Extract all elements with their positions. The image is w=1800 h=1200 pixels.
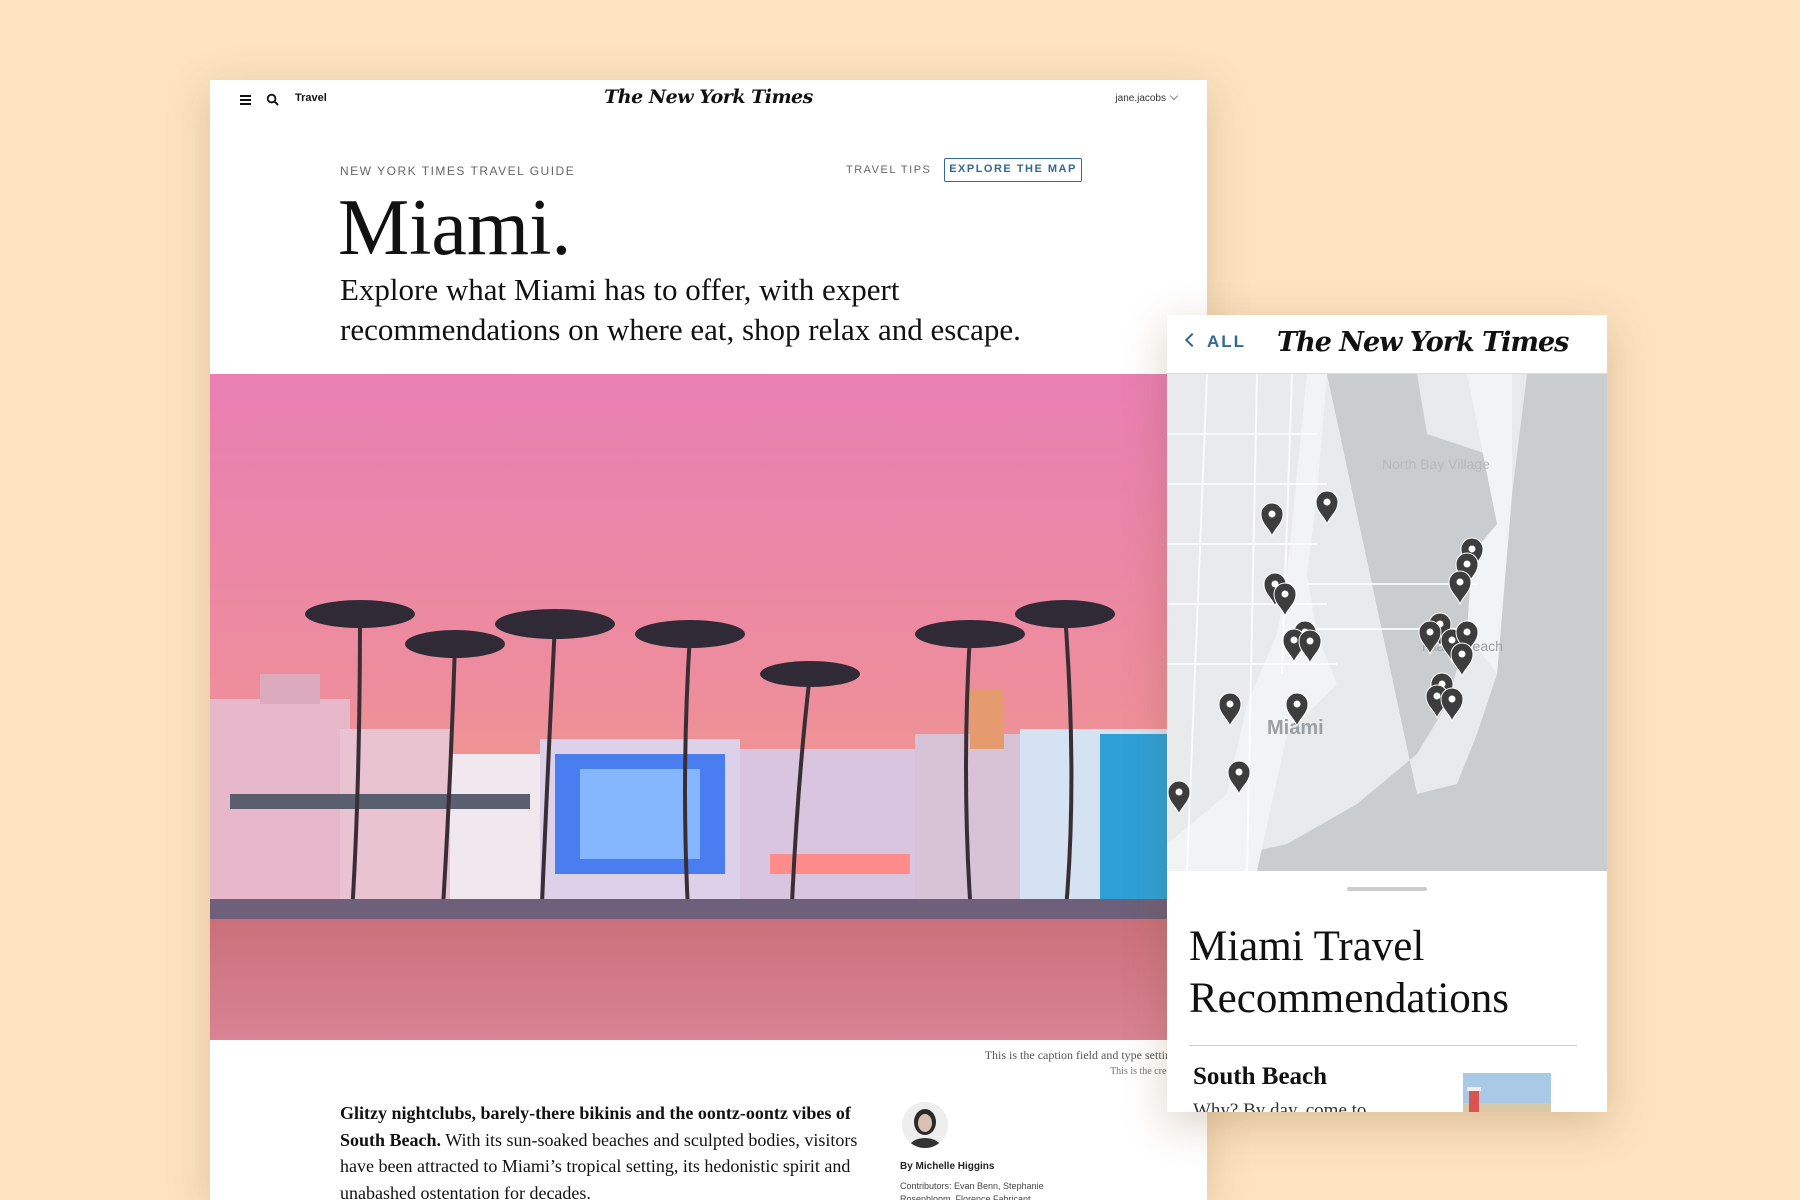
article-summary: Explore what Miami has to offer, with ex… bbox=[340, 272, 1021, 347]
chevron-down-icon bbox=[1169, 91, 1179, 101]
map-pin-dot bbox=[1456, 578, 1464, 586]
map-pin-dot bbox=[1448, 636, 1456, 644]
guide-kicker: NEW YORK TIMES TRAVEL GUIDE bbox=[340, 164, 576, 178]
map-label-north-bay-village: North Bay Village bbox=[1382, 456, 1490, 472]
desktop-article-page: Travel The New York Times jane.jacobs NE… bbox=[210, 80, 1207, 1200]
map-pin-dot bbox=[1448, 695, 1456, 703]
mobile-header: ALL The New York Times bbox=[1167, 315, 1607, 374]
recommendation-snippet: Why? By day, come to bbox=[1193, 1100, 1367, 1112]
map-pin-dot bbox=[1323, 498, 1331, 506]
back-to-all-button[interactable]: ALL bbox=[1184, 332, 1247, 352]
map-pin-dot bbox=[1293, 700, 1301, 708]
map-pin-dot bbox=[1468, 545, 1476, 553]
map-pin-dot bbox=[1463, 628, 1471, 636]
travel-tips-link[interactable]: TRAVEL TIPS bbox=[846, 164, 931, 176]
map-pin-dot bbox=[1281, 590, 1289, 598]
map-pin-dot bbox=[1306, 637, 1314, 645]
map-pin-dot bbox=[1268, 510, 1276, 518]
back-label: ALL bbox=[1207, 332, 1247, 351]
recommendation-title[interactable]: South Beach bbox=[1193, 1063, 1327, 1091]
contributors-list: Contributors: Evan Benn, Stephanie Rosen… bbox=[900, 1181, 1044, 1200]
article-body: Glitzy nightclubs, barely-there bikinis … bbox=[340, 1100, 860, 1200]
nyt-masthead-logo[interactable]: The New York Times bbox=[1277, 327, 1569, 358]
map-pin-dot bbox=[1175, 788, 1183, 796]
chevron-left-icon bbox=[1184, 332, 1200, 348]
explore-the-map-button[interactable]: EXPLORE THE MAP bbox=[944, 158, 1082, 182]
user-account-menu[interactable]: jane.jacobs bbox=[1115, 91, 1179, 104]
map-pin-dot bbox=[1226, 700, 1234, 708]
hero-image-miami-beach bbox=[210, 374, 1207, 1040]
recommendations-map[interactable]: North Bay Village Miami Miami Beach bbox=[1167, 374, 1607, 871]
drawer-handle[interactable] bbox=[1347, 887, 1427, 891]
map-pin-dot bbox=[1290, 636, 1298, 644]
mobile-map-page: ALL The New York Times North Bay Village… bbox=[1167, 315, 1607, 1112]
map-pin-dot bbox=[1463, 560, 1471, 568]
map-pin-dot bbox=[1433, 692, 1441, 700]
divider bbox=[1189, 1045, 1577, 1046]
nyt-masthead-logo[interactable]: The New York Times bbox=[210, 86, 1207, 108]
author-byline: By Michelle Higgins bbox=[900, 1161, 995, 1172]
recommendation-thumbnail[interactable] bbox=[1463, 1073, 1551, 1112]
map-pin-dot bbox=[1426, 628, 1434, 636]
author-avatar bbox=[902, 1102, 948, 1148]
image-caption: This is the caption field and type setti… bbox=[984, 1048, 1177, 1062]
top-navigation-bar: Travel The New York Times jane.jacobs bbox=[210, 80, 1207, 120]
map-pin-dot bbox=[1235, 768, 1243, 776]
map-pin-dot bbox=[1458, 650, 1466, 658]
page-title: Miami. bbox=[338, 184, 572, 272]
mobile-page-title: Miami Travel Recommendations bbox=[1189, 923, 1510, 1022]
username: jane.jacobs bbox=[1115, 93, 1166, 104]
